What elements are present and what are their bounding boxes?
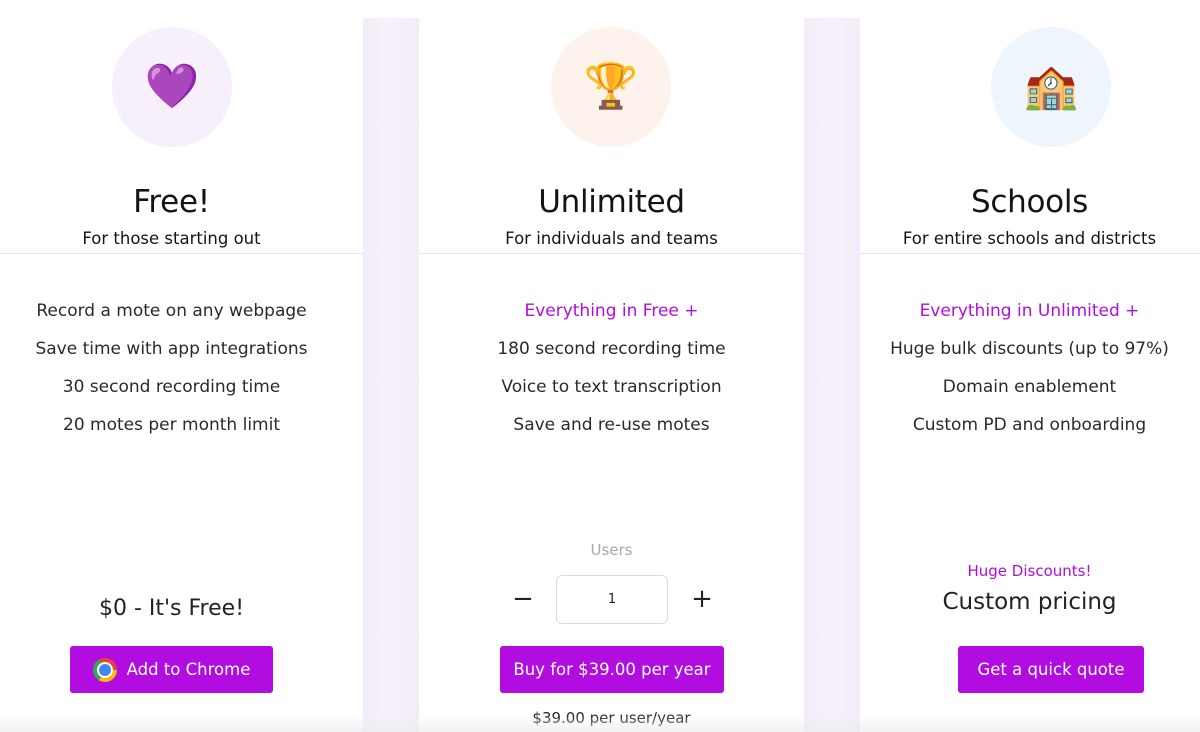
- feature-item: 180 second recording time: [497, 339, 726, 359]
- users-label: Users: [590, 541, 633, 559]
- feature-item: Save and re-use motes: [513, 415, 710, 435]
- feature-item: 30 second recording time: [62, 377, 281, 397]
- add-to-chrome-button[interactable]: Add to Chrome: [70, 646, 273, 693]
- column-gutter: [363, 18, 419, 732]
- plan-card-free: 💜 Free! For those starting out Record a …: [0, 0, 343, 732]
- plan-subtitle: For entire schools and districts: [902, 229, 1157, 248]
- plan-subtitle: For those starting out: [82, 229, 261, 248]
- trophy-icon: 🏆: [551, 27, 671, 147]
- buy-button[interactable]: Buy for $39.00 per year: [500, 646, 724, 693]
- feature-item: Voice to text transcription: [501, 377, 722, 397]
- button-label: Buy for $39.00 per year: [513, 660, 711, 679]
- plan-price: $0 - It's Free!: [98, 596, 245, 621]
- feature-item: 20 motes per month limit: [63, 415, 280, 435]
- purple-heart-icon: 💜: [112, 27, 232, 147]
- plan-price: Custom pricing: [942, 589, 1117, 615]
- features-header: Everything in Unlimited +: [919, 301, 1140, 321]
- users-quantity-input[interactable]: [556, 575, 668, 624]
- increment-users-button[interactable]: +: [687, 584, 717, 614]
- features-header: Everything in Free +: [524, 301, 699, 321]
- chrome-icon: [92, 657, 117, 682]
- pricing-page: 💜 Free! For those starting out Record a …: [0, 0, 1200, 732]
- feature-item: Custom PD and onboarding: [912, 415, 1147, 435]
- decrement-users-button[interactable]: −: [508, 584, 538, 614]
- plan-subtitle: For individuals and teams: [505, 229, 718, 248]
- feature-item: Record a mote on any webpage: [36, 301, 307, 321]
- feature-list: Everything in Free + 180 second recordin…: [419, 292, 804, 444]
- discount-tag: Huge Discounts!: [967, 562, 1092, 580]
- plan-title: Schools: [971, 184, 1088, 220]
- plan-title: Free!: [133, 184, 210, 220]
- feature-item: Domain enablement: [942, 377, 1117, 397]
- column-gutter: [804, 18, 860, 732]
- per-user-price: $39.00 per user/year: [532, 709, 691, 727]
- button-label: Add to Chrome: [126, 660, 251, 679]
- feature-item: Huge bulk discounts (up to 97%): [890, 339, 1169, 359]
- plan-card-schools: 🏫 Schools For entire schools and distric…: [859, 0, 1200, 732]
- feature-item: Save time with app integrations: [35, 339, 308, 359]
- feature-list: Record a mote on any webpage Save time w…: [0, 292, 343, 444]
- feature-list: Everything in Unlimited + Huge bulk disc…: [859, 292, 1200, 444]
- school-building-icon: 🏫: [991, 27, 1111, 147]
- plan-card-unlimited: 🏆 Unlimited For individuals and teams Ev…: [419, 0, 804, 732]
- get-quote-button[interactable]: Get a quick quote: [958, 646, 1144, 693]
- plan-title: Unlimited: [538, 184, 685, 220]
- button-label: Get a quick quote: [977, 660, 1125, 679]
